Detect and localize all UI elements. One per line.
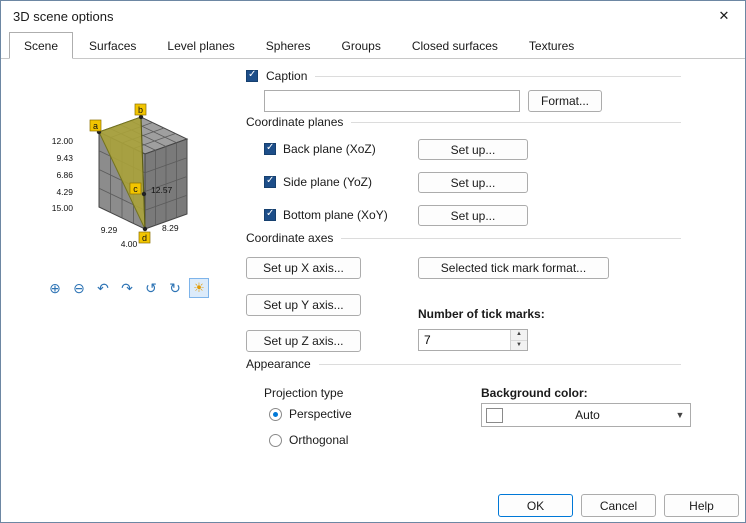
ok-button[interactable]: OK <box>498 494 573 517</box>
light-icon[interactable]: ☀ <box>189 278 209 298</box>
orthogonal-option[interactable]: Orthogonal <box>269 433 348 447</box>
tick-count-input[interactable] <box>419 330 510 350</box>
appearance-heading: Appearance <box>246 357 311 371</box>
side-plane-label: Side plane (YoZ) <box>283 175 372 189</box>
rotate-up-icon[interactable]: ↺ <box>141 278 161 298</box>
svg-text:4.29: 4.29 <box>56 187 73 197</box>
spinner-down-icon[interactable]: ▼ <box>511 340 527 350</box>
perspective-label: Perspective <box>289 407 352 421</box>
point-label-b: b <box>138 105 143 115</box>
tab-textures[interactable]: Textures <box>514 34 589 58</box>
setup-x-axis-button[interactable]: Set up X axis... <box>246 257 361 279</box>
rotate-right-icon[interactable]: ↷ <box>117 278 137 298</box>
svg-text:6.86: 6.86 <box>56 170 73 180</box>
zoom-in-icon[interactable]: ⊕ <box>45 278 65 298</box>
divider <box>351 121 681 123</box>
tick-count-label: Number of tick marks: <box>418 307 545 321</box>
back-plane-label: Back plane (XoZ) <box>283 142 376 156</box>
orthogonal-label: Orthogonal <box>289 433 349 447</box>
setup-z-axis-button[interactable]: Set up Z axis... <box>246 330 361 352</box>
svg-text:12.57: 12.57 <box>151 185 173 195</box>
background-color-label: Background color: <box>481 386 588 400</box>
selected-tick-mark-format-button[interactable]: Selected tick mark format... <box>418 257 609 279</box>
close-icon[interactable]: ✕ <box>713 6 735 26</box>
svg-text:15.00: 15.00 <box>52 203 74 213</box>
svg-text:12.00: 12.00 <box>52 136 74 146</box>
point-label-c: c <box>133 184 138 194</box>
window-title: 3D scene options <box>13 9 114 24</box>
help-button[interactable]: Help <box>664 494 739 517</box>
divider <box>318 363 681 365</box>
caption-section: Caption <box>246 69 681 83</box>
back-plane-checkbox[interactable] <box>264 142 276 155</box>
tab-strip: Scene Surfaces Level planes Spheres Grou… <box>1 32 745 59</box>
setup-y-axis-button[interactable]: Set up Y axis... <box>246 294 361 316</box>
svg-text:8.29: 8.29 <box>162 223 179 233</box>
perspective-radio[interactable] <box>269 407 282 421</box>
appearance-section: Appearance <box>246 357 681 371</box>
divider <box>341 237 681 239</box>
caption-label: Caption <box>266 69 308 83</box>
coordinate-planes-section: Coordinate planes <box>246 115 681 129</box>
titlebar: 3D scene options ✕ <box>1 1 745 31</box>
caption-checkbox[interactable] <box>246 69 258 82</box>
tab-spheres[interactable]: Spheres <box>251 34 326 58</box>
svg-text:4.00: 4.00 <box>121 239 138 249</box>
tick-count-spinner: ▲ ▼ <box>418 329 528 351</box>
svg-text:9.29: 9.29 <box>101 225 118 235</box>
rotate-left-icon[interactable]: ↶ <box>93 278 113 298</box>
zoom-out-icon[interactable]: ⊖ <box>69 278 89 298</box>
bottom-plane-row: Bottom plane (XoY) <box>264 208 388 222</box>
side-plane-checkbox[interactable] <box>264 175 276 188</box>
caption-input[interactable] <box>264 90 520 112</box>
preview-toolbar: ⊕ ⊖ ↶ ↷ ↺ ↻ ☀ <box>45 278 209 298</box>
side-plane-row: Side plane (YoZ) <box>264 175 372 189</box>
tab-level-planes[interactable]: Level planes <box>152 34 249 58</box>
projection-type-label: Projection type <box>264 386 344 400</box>
back-plane-setup-button[interactable]: Set up... <box>418 139 528 160</box>
tab-closed-surfaces[interactable]: Closed surfaces <box>397 34 513 58</box>
point-label-a: a <box>93 121 98 131</box>
tab-surfaces[interactable]: Surfaces <box>74 34 151 58</box>
bottom-plane-checkbox[interactable] <box>264 208 276 221</box>
perspective-option[interactable]: Perspective <box>269 407 352 421</box>
background-color-dropdown[interactable]: Auto ▼ <box>481 403 691 427</box>
color-swatch <box>486 407 503 423</box>
background-color-value: Auto <box>575 408 600 422</box>
back-plane-row: Back plane (XoZ) <box>264 142 376 156</box>
cancel-button[interactable]: Cancel <box>581 494 656 517</box>
spinner-up-icon[interactable]: ▲ <box>511 330 527 341</box>
point-label-d: d <box>142 233 147 243</box>
coordinate-planes-heading: Coordinate planes <box>246 115 344 129</box>
bottom-plane-label: Bottom plane (XoY) <box>283 208 388 222</box>
orthogonal-radio[interactable] <box>269 433 282 447</box>
dialog-3d-scene-options: { "window": { "title": "3D scene options… <box>0 0 746 523</box>
tab-groups[interactable]: Groups <box>326 34 395 58</box>
svg-text:9.43: 9.43 <box>56 153 73 163</box>
bottom-plane-setup-button[interactable]: Set up... <box>418 205 528 226</box>
coordinate-axes-heading: Coordinate axes <box>246 231 334 245</box>
side-plane-setup-button[interactable]: Set up... <box>418 172 528 193</box>
caption-format-button[interactable]: Format... <box>528 90 602 112</box>
scene-preview: a b c d 12.00 9.43 6.86 4.29 15.00 9.29 … <box>52 103 189 249</box>
tab-scene[interactable]: Scene <box>9 32 74 59</box>
rotate-down-icon[interactable]: ↻ <box>165 278 185 298</box>
divider <box>315 75 681 77</box>
chevron-down-icon: ▼ <box>675 410 685 420</box>
coordinate-axes-section: Coordinate axes <box>246 231 681 245</box>
